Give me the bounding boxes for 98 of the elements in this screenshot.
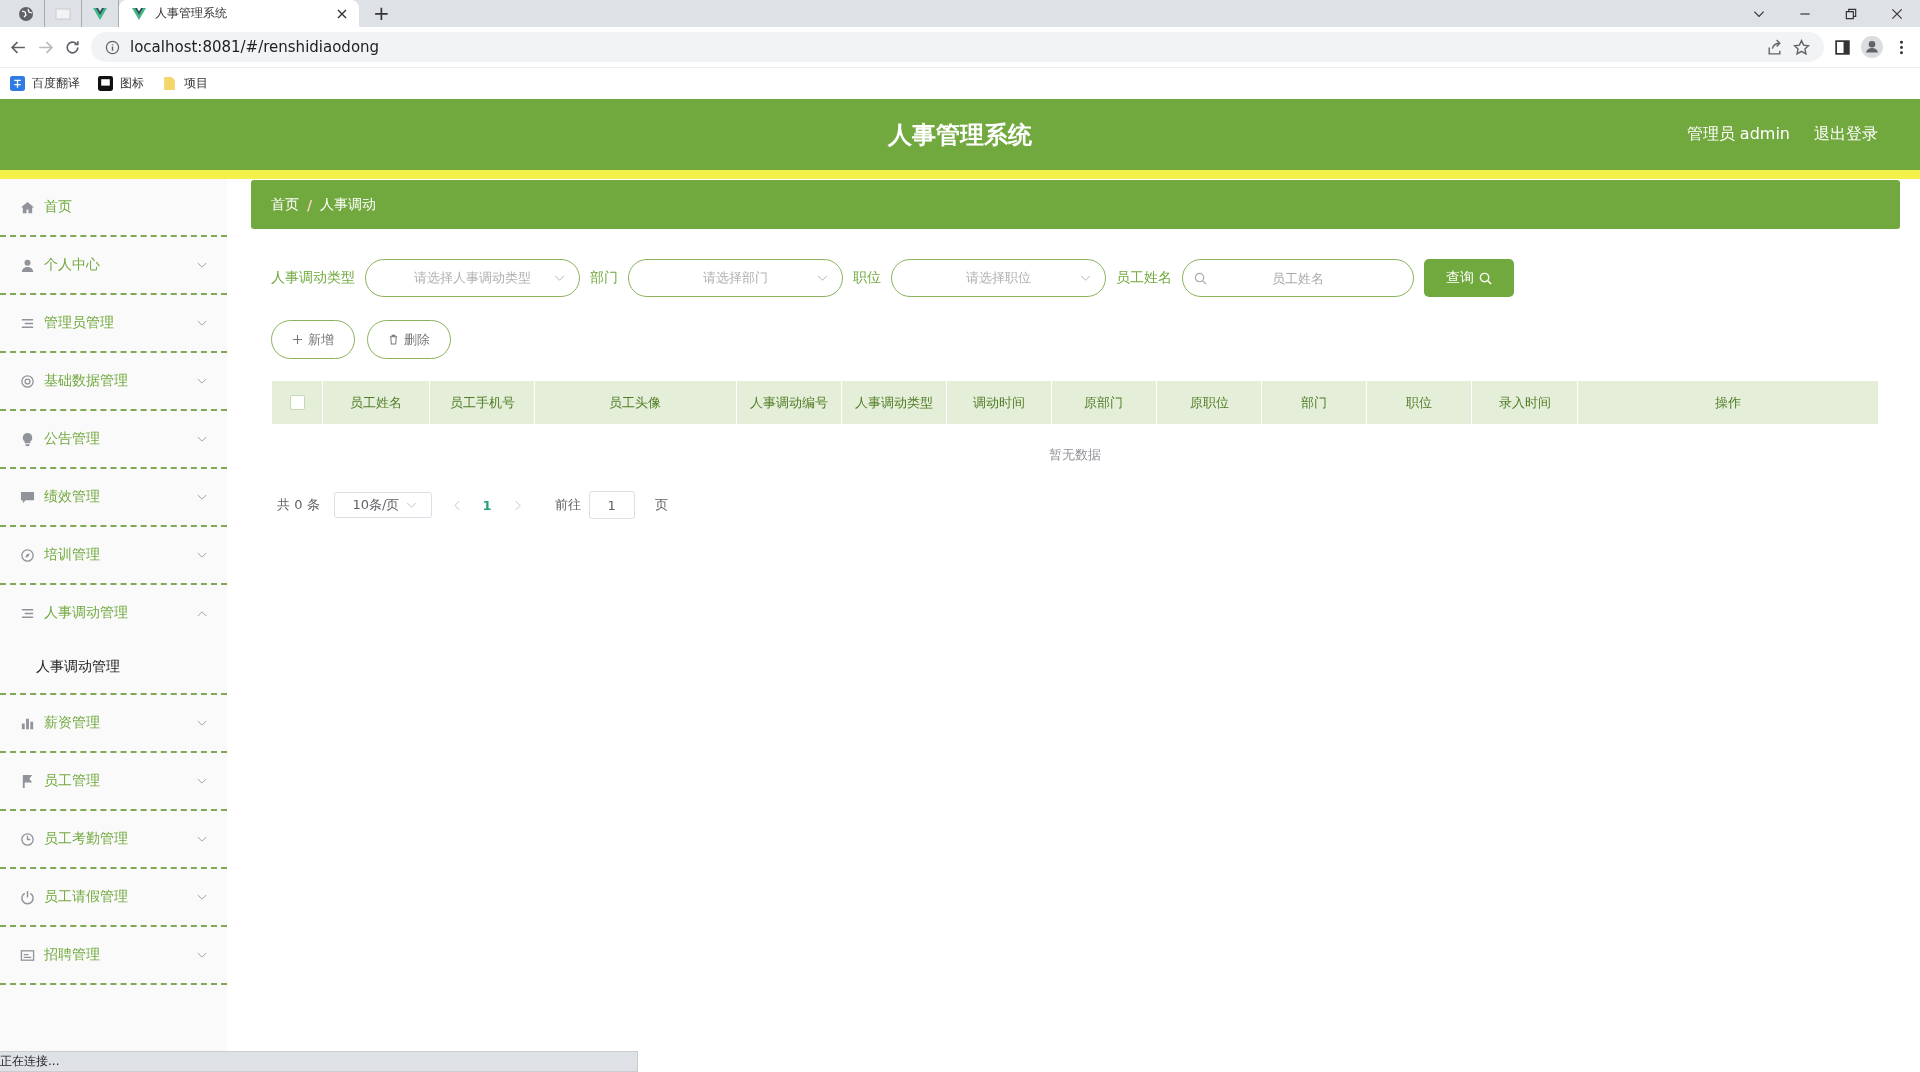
v-logo-icon [92,5,108,22]
breadcrumb-separator: / [307,196,313,213]
home-icon [20,199,35,215]
star-icon[interactable] [1793,38,1810,56]
sidebar-item[interactable]: 绩效管理 [0,469,227,525]
sidebar-item[interactable]: 薪资管理 [0,695,227,751]
chevron-down-icon [197,551,207,559]
page-suffix: 页 [654,496,668,514]
column-header: 职位 [1366,381,1472,424]
chevron-down-icon [197,719,207,727]
chevron-down-icon [817,274,828,282]
profile-icon[interactable] [1861,36,1883,58]
chevron-down-icon [197,493,207,501]
filter-label: 部门 [590,269,618,287]
clock-icon [20,831,35,847]
logout-link[interactable]: 退出登录 [1814,124,1878,145]
column-header: 员工手机号 [429,381,535,424]
filter-label: 职位 [853,269,881,287]
tab-title: 人事管理系统 [155,5,228,22]
chevron-down-icon [197,435,207,443]
app-title: 人事管理系统 [888,119,1032,151]
close-icon[interactable] [1890,7,1904,21]
add-button[interactable]: 新增 [271,320,355,359]
column-header: 调动时间 [945,381,1051,424]
sidebar-item[interactable]: 公告管理 [0,411,227,467]
bookmark[interactable]: 图标 [98,74,144,92]
trash-icon [388,334,399,345]
chevron-down-icon [197,835,207,843]
compass-icon [20,547,35,563]
chevron-down-icon [197,777,207,785]
column-header: 人事调动类型 [840,381,946,424]
select-all-checkbox[interactable] [289,395,305,410]
close-icon[interactable] [337,8,347,19]
sidebar-item[interactable]: 招聘管理 [0,927,227,983]
column-header: 原职位 [1156,381,1262,424]
empty-text: 暂无数据 [1049,446,1101,464]
side-panel-icon[interactable] [1834,38,1851,56]
sidebar-item[interactable]: 培训管理 [0,527,227,583]
search-icon [1194,271,1207,285]
chevron-down-icon [197,893,207,901]
plus-icon [292,334,303,345]
goto-label: 前往 [554,496,581,514]
chevron-down-icon [1080,274,1091,282]
column-header: 操作 [1576,381,1878,424]
chevron-down-icon [554,274,565,282]
search-field[interactable]: 员工姓名 [1182,259,1414,297]
bookmark[interactable]: 百度翻译 [10,74,80,92]
browser-tab[interactable]: 人事管理系统 [119,0,359,27]
restore-icon[interactable] [1844,7,1858,21]
sidebar-item[interactable]: 员工请假管理 [0,869,227,925]
share-icon[interactable] [1766,38,1783,56]
sidebar-item[interactable]: 员工管理 [0,753,227,809]
person-icon [20,257,35,273]
column-header: 原部门 [1050,381,1157,424]
address-field[interactable]: localhost:8081/#/renshidiaodong [91,32,1824,62]
column-header: 部门 [1261,381,1367,424]
globe-icon [18,5,34,22]
filter-label: 人事调动类型 [271,269,355,287]
chevron-up-icon [197,609,207,617]
column-header: 员工姓名 [322,381,430,424]
power-icon [20,889,35,905]
sidebar-item[interactable]: 首页 [0,179,227,235]
search-button[interactable]: 查询 [1424,259,1514,297]
sidebar-item[interactable]: 管理员管理 [0,295,227,351]
page-input[interactable]: 1 [588,491,635,519]
sidebar-item[interactable]: 基础数据管理 [0,353,227,409]
sidebar-item[interactable]: 员工考勤管理 [0,811,227,867]
page-size-select[interactable]: 10条/页 [333,492,432,518]
chevron-down-icon [197,261,207,269]
filter-label: 员工姓名 [1116,269,1172,287]
chevron-down-icon [197,319,207,327]
bookmark[interactable]: 项目 [162,74,208,92]
chevron-down-icon [197,951,207,959]
page-number[interactable]: 1 [482,497,492,513]
breadcrumb-item[interactable]: 首页 [271,195,299,214]
delete-button[interactable]: 删除 [367,320,451,359]
new-tab-button[interactable]: + [359,0,404,27]
sidebar-item[interactable]: 人事调动管理 [0,585,227,641]
page-icon [55,5,71,22]
folder-icon [162,75,177,91]
user-label: 管理员 admin [1686,124,1790,145]
sidebar-subitem[interactable]: 人事调动管理 [0,641,227,693]
breadcrumb-item: 人事调动 [320,195,377,214]
info-icon [105,39,120,55]
total-count: 共 0 条 [277,496,320,514]
column-header: 员工头像 [534,381,736,424]
search-icon [1479,271,1492,285]
status-bar: 正在连接... [0,1051,638,1072]
v-logo-icon [131,5,147,22]
bulb-icon [20,431,35,447]
reload-icon[interactable] [64,38,81,56]
card-icon [20,947,35,963]
chevron-down-icon [405,501,417,509]
sidebar-item[interactable]: 个人中心 [0,237,227,293]
column-header: 人事调动编号 [735,381,841,424]
chevron-down-icon [197,377,207,385]
column-header: 录入时间 [1471,381,1577,424]
chat-icon [20,489,35,505]
